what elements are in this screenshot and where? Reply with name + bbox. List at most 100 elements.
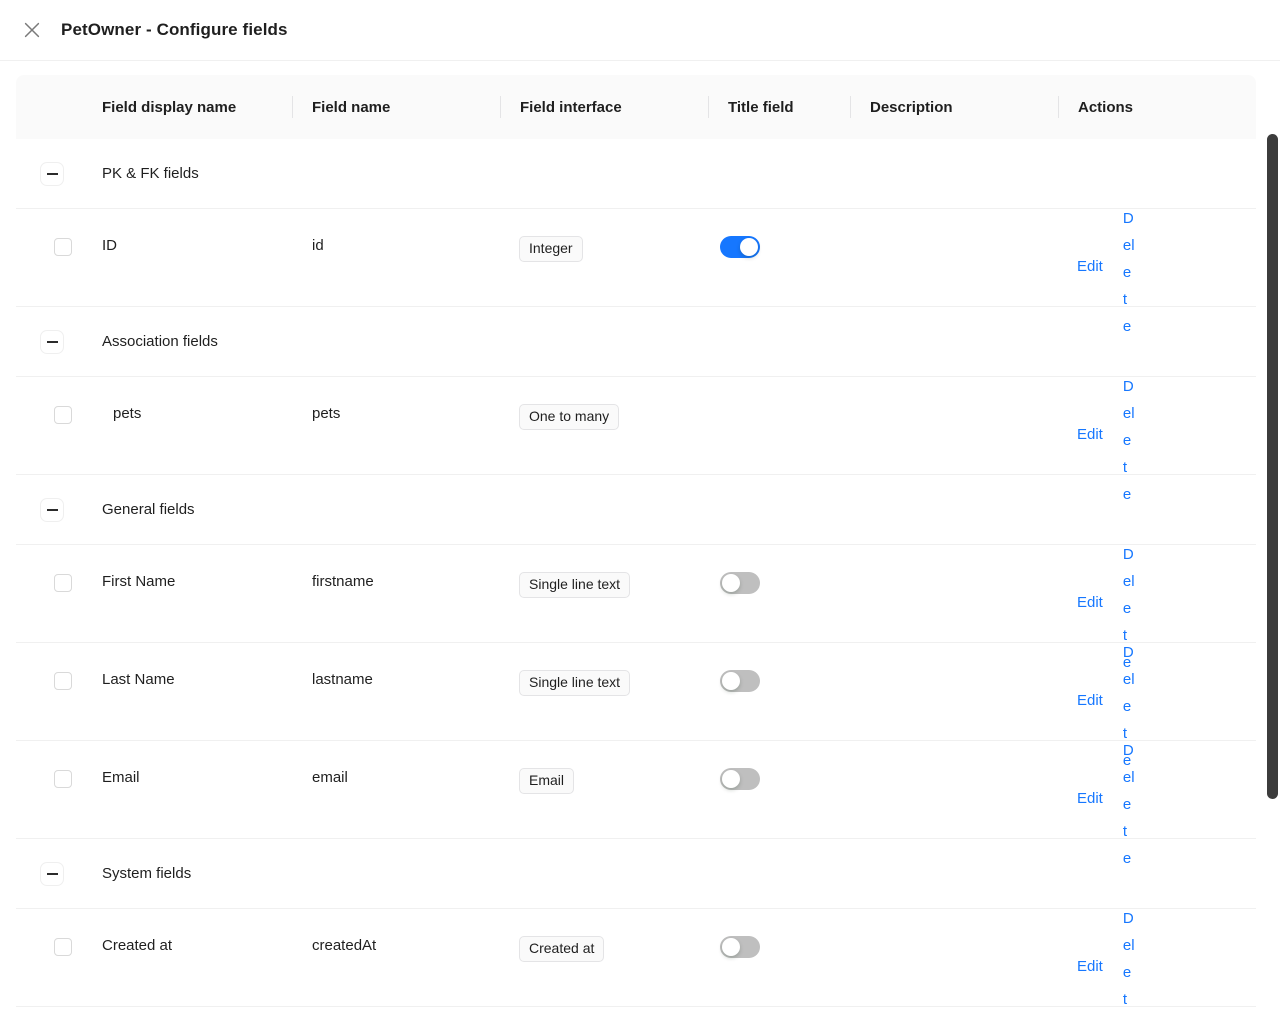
field-group-row: System fields [16, 839, 1256, 909]
edit-button[interactable]: Edit [1077, 785, 1103, 812]
minus-glyph [46, 172, 58, 175]
column-header-field-display-name: Field display name [82, 75, 292, 139]
group-toggle-cell [16, 161, 82, 186]
row-select-cell [16, 377, 82, 424]
edit-button-wrap: Edit [1077, 394, 1105, 474]
delete-button[interactable]: Delete [1105, 725, 1135, 872]
delete-button[interactable]: Delete [1105, 361, 1135, 508]
field-name-text: pets [312, 405, 341, 422]
dialog-header: PetOwner - Configure fields [0, 0, 1280, 61]
column-header-label: Description [870, 98, 953, 116]
cell-title-field [708, 909, 850, 958]
edit-button[interactable]: Edit [1077, 589, 1103, 616]
column-header-label: Title field [728, 98, 794, 116]
cell-actions: EditDelete [1058, 643, 1256, 769]
column-divider [850, 96, 851, 118]
fields-table-container: Field display name Field name Field inte… [0, 61, 1280, 1015]
row-checkbox[interactable] [54, 672, 72, 690]
vertical-scrollbar[interactable] [1265, 61, 1280, 1015]
table-row: Last Name lastname Single line text Edit Del… [16, 643, 1256, 769]
cell-description [850, 209, 1058, 237]
toggle-knob [722, 672, 740, 690]
toggle-knob [722, 574, 740, 592]
field-interface-tag: Single line text [519, 572, 631, 598]
field-display-name-text: Last Name [102, 671, 175, 688]
minus-icon[interactable] [40, 497, 64, 522]
cell-title-field [708, 741, 850, 790]
field-name-text: lastname [312, 671, 373, 688]
title-field-toggle[interactable] [720, 768, 760, 790]
title-field-toggle[interactable] [720, 670, 760, 692]
table-row: pets pets One to many Edit Delete [16, 377, 1256, 503]
column-header-label: Field name [312, 98, 391, 116]
table-row: ID id Integer Edit Delete [16, 209, 1256, 335]
column-header-label: Field interface [520, 98, 622, 116]
field-interface-tag: Email [519, 768, 575, 794]
group-toggle-cell [16, 861, 82, 886]
delete-button[interactable]: Delete [1105, 893, 1135, 1015]
minus-glyph [46, 340, 58, 343]
field-display-name-text: First Name [102, 573, 176, 590]
minus-icon[interactable] [40, 329, 64, 354]
cell-field-interface: One to many [500, 377, 708, 430]
delete-button[interactable]: Delete [1105, 193, 1135, 340]
cell-field-name: firstname [292, 545, 500, 590]
cell-field-interface: Created at [500, 909, 708, 962]
title-field-toggle[interactable] [720, 572, 760, 594]
column-header-field-interface: Field interface [500, 75, 708, 139]
row-checkbox[interactable] [54, 238, 72, 256]
group-toggle-cell [16, 329, 82, 354]
cell-actions: EditDelete [1058, 209, 1256, 335]
field-interface-tag: One to many [519, 404, 620, 430]
cell-description [850, 909, 1058, 937]
toggle-knob [740, 238, 758, 256]
minus-glyph [46, 508, 58, 511]
field-name-text: email [312, 769, 348, 786]
cell-field-display-name: ID [82, 209, 292, 254]
cell-field-name: id [292, 209, 500, 254]
edit-button-wrap: Edit [1077, 660, 1105, 740]
cell-description [850, 377, 1058, 405]
row-checkbox[interactable] [54, 574, 72, 592]
minus-icon[interactable] [40, 161, 64, 186]
cell-field-interface: Email [500, 741, 708, 794]
cell-title-field [708, 545, 850, 594]
table-body: PK & FK fields ID id Integer Edit Delete Assoc… [16, 139, 1256, 1008]
row-select-cell [16, 209, 82, 256]
cell-description [850, 741, 1058, 769]
edit-button[interactable]: Edit [1077, 421, 1103, 448]
field-name-text: id [312, 237, 324, 254]
edit-button-wrap: Edit [1077, 926, 1105, 1006]
column-header-select [16, 75, 82, 139]
row-select-cell [16, 643, 82, 690]
cell-title-field [708, 377, 850, 404]
field-interface-tag: Single line text [519, 670, 631, 696]
vertical-scrollbar-thumb[interactable] [1267, 134, 1278, 799]
cell-field-name: lastname [292, 643, 500, 688]
table-row: Created at createdAt Created at EditDelete [16, 909, 1256, 1008]
close-icon[interactable] [16, 14, 48, 46]
title-field-toggle[interactable] [720, 236, 760, 258]
cell-field-display-name: Created at [82, 909, 292, 954]
edit-button[interactable]: Edit [1077, 253, 1103, 280]
field-name-text: createdAt [312, 937, 377, 954]
title-field-toggle[interactable] [720, 936, 760, 958]
cell-actions: EditDelete [1058, 741, 1256, 867]
row-checkbox[interactable] [54, 406, 72, 424]
field-display-name-text: Created at [102, 937, 173, 954]
row-checkbox[interactable] [54, 938, 72, 956]
edit-button[interactable]: Edit [1077, 953, 1103, 980]
column-divider [1058, 96, 1059, 118]
row-select-cell [16, 909, 82, 956]
cell-field-interface: Single line text [500, 545, 708, 598]
edit-button[interactable]: Edit [1077, 687, 1103, 714]
page-title: PetOwner - Configure fields [61, 20, 288, 39]
cell-title-field [708, 209, 850, 258]
row-checkbox[interactable] [54, 770, 72, 788]
row-select-cell [16, 545, 82, 592]
minus-icon[interactable] [40, 861, 64, 886]
field-group-label: Association fields [102, 333, 218, 350]
cell-field-interface: Single line text [500, 643, 708, 696]
table-row: First Name firstname Single line text Edit D… [16, 545, 1256, 671]
toggle-knob [722, 938, 740, 956]
